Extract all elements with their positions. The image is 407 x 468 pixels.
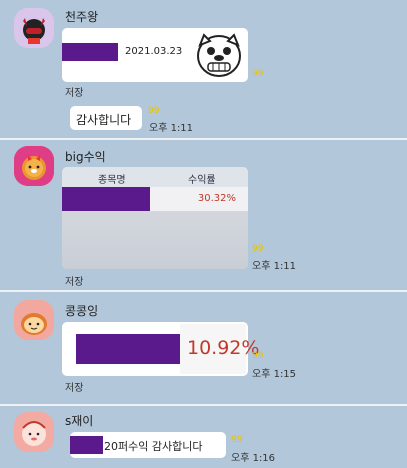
reply-unread-count: 99 <box>148 106 160 116</box>
unread-count: 99 <box>252 351 264 361</box>
avatar-lion-icon[interactable] <box>14 146 54 186</box>
save-label[interactable]: 저장 <box>65 379 83 394</box>
sender-name: big수익 <box>65 150 106 164</box>
reply-text: 감사합니다 <box>76 113 132 127</box>
redacted-block <box>76 334 180 364</box>
redacted-block <box>62 43 118 61</box>
sender-name: 천주왕 <box>65 10 99 24</box>
sender-name: 콩콩잉 <box>65 304 99 318</box>
image-message-return[interactable]: 10.92% <box>62 322 259 376</box>
table-header-name: 종목명 <box>98 175 126 186</box>
table-header-return: 수익률 <box>188 175 216 186</box>
blurred-area <box>62 211 248 269</box>
return-value: 30.32% <box>197 193 236 204</box>
redacted-block <box>62 187 150 211</box>
save-label[interactable]: 저장 <box>65 273 83 288</box>
image-message-screenshot[interactable]: 종목명 수익률 30.32% <box>62 167 248 269</box>
sender-name: s재이 <box>65 414 94 428</box>
avatar-bread-icon[interactable] <box>14 300 54 340</box>
avatar-devil-icon[interactable] <box>14 8 54 48</box>
redacted-block <box>70 436 103 454</box>
surprised-face-sticker-icon <box>194 31 244 79</box>
unread-count: 99 <box>231 435 243 445</box>
message-time: 오후 1:15 <box>252 369 297 380</box>
message-group-2: big수익 종목명 수익률 30.32% 99 오후 1:11 저장 <box>0 140 407 290</box>
avatar-peach-icon[interactable] <box>14 412 54 452</box>
message-time: 오후 1:16 <box>231 453 276 464</box>
image-message[interactable]: 2021.03.23 <box>62 28 248 82</box>
message-date: 2021.03.23 <box>125 46 183 57</box>
unread-count: 99 <box>252 69 264 79</box>
message-time: 오후 1:11 <box>252 261 297 272</box>
table-row: 30.32% <box>62 187 248 211</box>
message-group-1: 천주왕 2021.03.23 99 저장 감사합니다 99 오후 1:11 <box>0 0 407 138</box>
return-value: 10.92% <box>187 337 260 359</box>
message-text: 20퍼수익 감사합니다 <box>104 440 203 453</box>
message-group-4: s재이 20퍼수익 감사합니다 99 오후 1:16 <box>0 406 407 468</box>
table-header-row: 종목명 수익률 <box>62 167 248 188</box>
reply-time: 오후 1:11 <box>149 123 194 134</box>
message-group-3: 콩콩잉 10.92% 99 오후 1:15 저장 <box>0 292 407 404</box>
reply-bubble[interactable]: 감사합니다 <box>70 106 142 130</box>
text-bubble[interactable]: 20퍼수익 감사합니다 <box>70 432 226 458</box>
unread-count: 99 <box>252 244 264 254</box>
save-label[interactable]: 저장 <box>65 84 83 99</box>
